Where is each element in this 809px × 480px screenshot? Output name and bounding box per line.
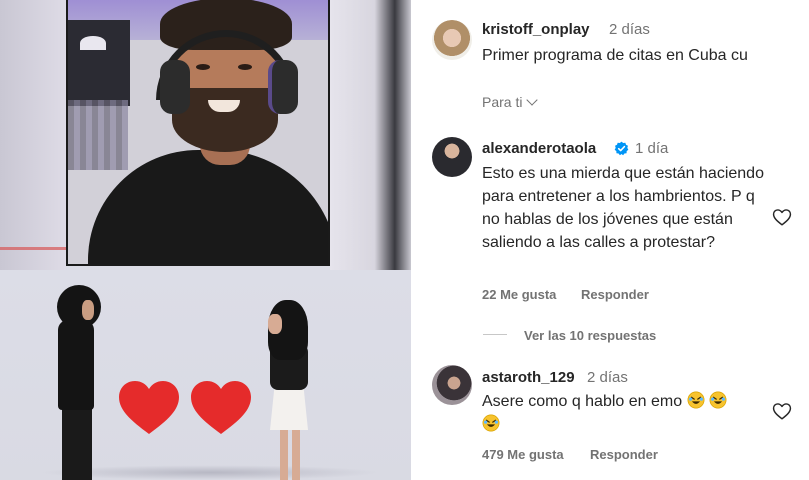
streamer-webcam-overlay <box>66 0 330 266</box>
comment-username[interactable]: kristoff_onplay <box>482 21 590 38</box>
man-body <box>58 320 94 410</box>
wall-poster <box>68 20 130 106</box>
comment-text-container: Asere como q hablo en emo <box>482 390 772 436</box>
background-blur-left <box>0 0 66 270</box>
rolling-laughing-emoji <box>482 414 500 432</box>
reply-button[interactable]: Responder <box>581 287 649 302</box>
view-replies-button[interactable]: Ver las 10 respuestas <box>524 328 656 343</box>
comment-timestamp: 2 días <box>609 21 650 38</box>
comment-text: Asere como q hablo en emo <box>482 393 683 410</box>
man-face <box>82 300 94 320</box>
translate-label: Para ti <box>482 94 523 110</box>
like-count[interactable]: 22 Me gusta <box>482 287 556 302</box>
woman-face <box>268 314 282 334</box>
comment-username[interactable]: alexanderotaola <box>482 140 596 157</box>
rolling-laughing-emoji <box>709 391 727 409</box>
verified-badge-icon <box>614 141 629 156</box>
avatar[interactable] <box>432 137 472 177</box>
comment-username[interactable]: astaroth_129 <box>482 369 575 386</box>
avatar[interactable] <box>432 20 472 60</box>
heart-emoji <box>191 381 251 434</box>
background-blur-right <box>330 0 411 270</box>
translate-toggle[interactable]: Para ti <box>482 94 539 110</box>
chevron-down-icon <box>526 94 539 106</box>
comment-timestamp: 1 día <box>635 140 669 157</box>
comments-panel: kristoff_onplay 2 días Primer programa d… <box>411 0 809 480</box>
video-player[interactable] <box>0 0 411 480</box>
dating-show-scene <box>0 270 411 480</box>
woman-legs <box>280 430 300 480</box>
man-hair <box>57 285 101 329</box>
heart-outline-icon[interactable] <box>771 206 793 228</box>
man-legs <box>62 406 92 480</box>
woman-skirt <box>270 386 308 430</box>
headphones-earcup-left <box>160 60 190 114</box>
ceiling-lamp <box>80 36 106 50</box>
heart-emoji <box>119 381 179 434</box>
replies-divider <box>483 334 507 335</box>
comment-text: Primer programa de citas en Cuba cu <box>482 47 748 64</box>
heart-outline-icon[interactable] <box>771 400 793 422</box>
comment-text: Esto es una mierda que están haciendo pa… <box>482 165 764 251</box>
decorative-line <box>0 247 66 250</box>
headphones-earcup-right <box>268 60 298 114</box>
room-shelf <box>68 100 128 170</box>
like-count[interactable]: 479 Me gusta <box>482 447 564 462</box>
rolling-laughing-emoji <box>687 391 705 409</box>
comment-timestamp: 2 días <box>587 369 628 386</box>
avatar[interactable] <box>432 365 472 405</box>
reply-button[interactable]: Responder <box>590 447 658 462</box>
